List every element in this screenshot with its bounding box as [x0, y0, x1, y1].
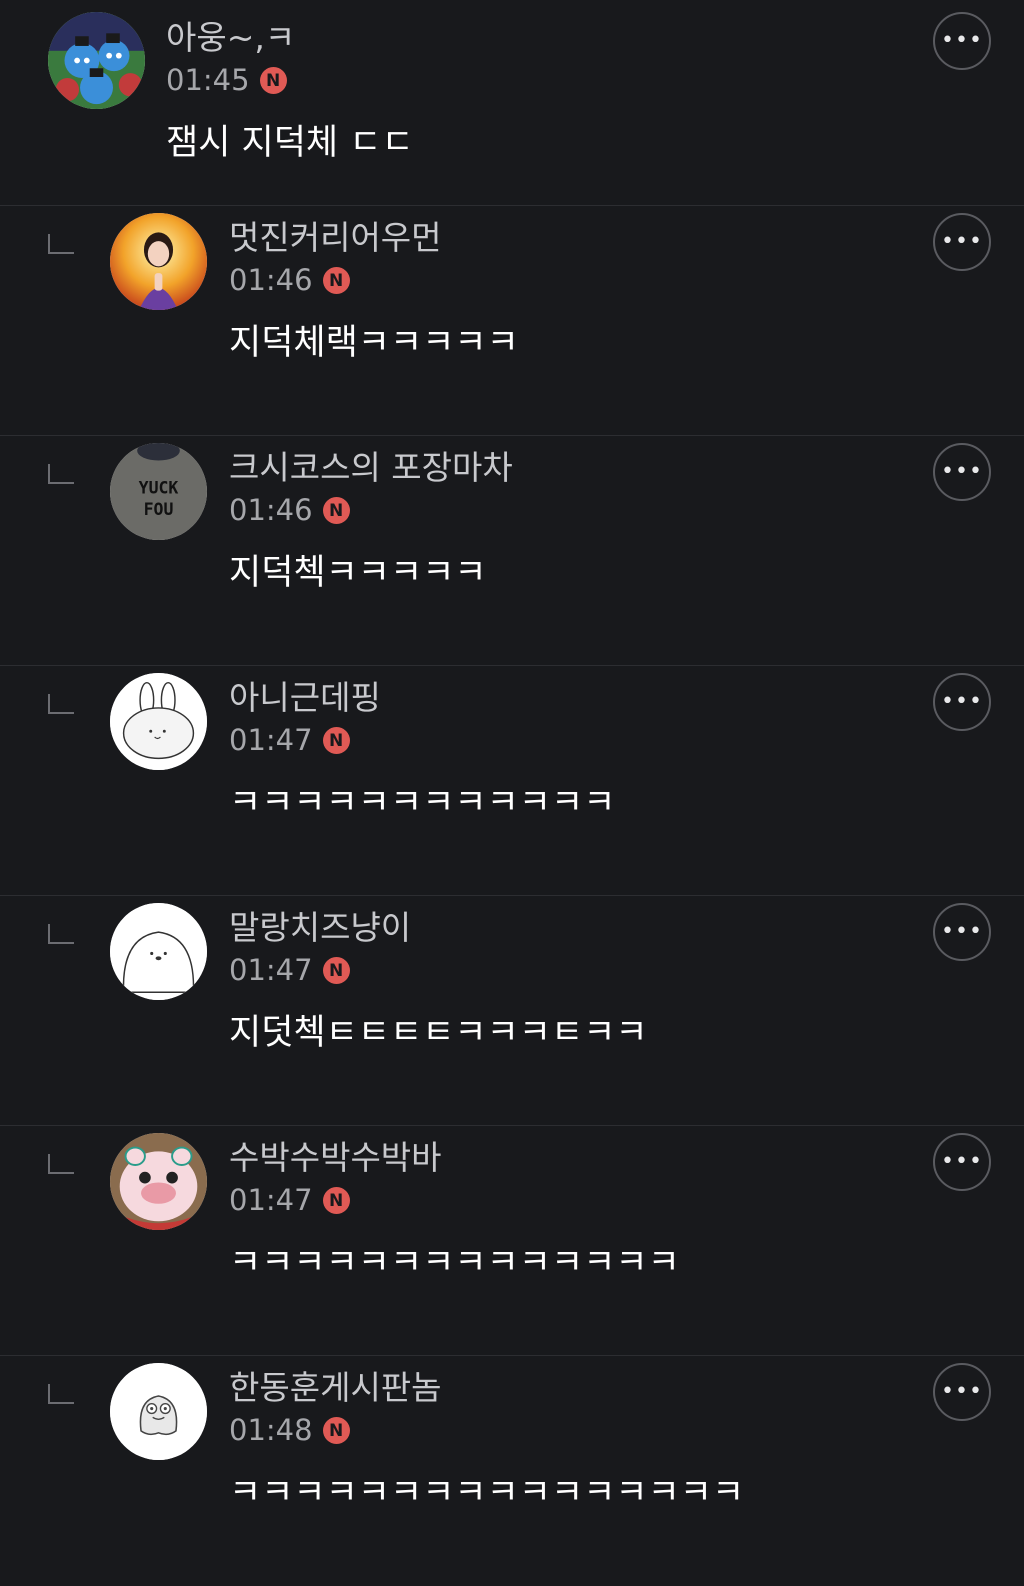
new-badge-icon: N	[322, 267, 350, 294]
comment-author[interactable]: 말랑치즈냥이	[229, 909, 411, 946]
comment-list: 아웅~,ㅋ 01:45 N 잼시 지덕체 ㄷㄷ ••• 멋진커리어우먼 01:4…	[0, 0, 1024, 1559]
new-badge-icon: N	[259, 67, 287, 94]
comment-meta: 01:47 N	[229, 956, 350, 985]
avatar[interactable]	[48, 12, 145, 109]
comment-meta: 01:47 N	[229, 726, 350, 755]
reply-item: 아니근데핑 01:47 N ㅋㅋㅋㅋㅋㅋㅋㅋㅋㅋㅋㅋ •••	[0, 666, 1024, 896]
avatar[interactable]	[110, 903, 207, 1000]
reply-indicator-icon	[48, 464, 74, 484]
avatar[interactable]	[110, 673, 207, 770]
comment-meta: 01:46 N	[229, 266, 350, 295]
more-horizontal-icon: •••	[941, 28, 983, 53]
comment-text: ㅋㅋㅋㅋㅋㅋㅋㅋㅋㅋㅋㅋ	[229, 783, 616, 823]
comment-time: 01:47	[229, 723, 313, 757]
comment-item: 아웅~,ㅋ 01:45 N 잼시 지덕체 ㄷㄷ •••	[0, 0, 1024, 206]
comment-meta: 01:45 N	[166, 66, 287, 95]
new-badge-icon: N	[322, 1417, 350, 1444]
more-horizontal-icon: •••	[941, 1379, 983, 1404]
comment-time: 01:46	[229, 493, 313, 527]
reply-item: YUCK FOU 크시코스의 포장마차 01:46 N 지덕첵ㅋㅋㅋㅋㅋ •••	[0, 436, 1024, 666]
more-options-button[interactable]: •••	[933, 1133, 991, 1191]
comment-text: 지덕첵ㅋㅋㅋㅋㅋ	[229, 553, 487, 593]
avatar[interactable]: YUCK FOU	[110, 443, 207, 540]
comment-author[interactable]: 크시코스의 포장마차	[229, 449, 513, 486]
comment-meta: 01:47 N	[229, 1186, 350, 1215]
reply-indicator-icon	[48, 924, 74, 944]
more-options-button[interactable]: •••	[933, 903, 991, 961]
avatar[interactable]	[110, 1133, 207, 1230]
reply-item: 한동훈게시판놈 01:48 N ㅋㅋㅋㅋㅋㅋㅋㅋㅋㅋㅋㅋㅋㅋㅋㅋ •••	[0, 1356, 1024, 1586]
comment-time: 01:46	[229, 263, 313, 297]
avatar[interactable]	[110, 1363, 207, 1460]
reply-item: 멋진커리어우먼 01:46 N 지덕체랙ㅋㅋㅋㅋㅋ •••	[0, 206, 1024, 436]
avatar-text: YUCK	[139, 478, 179, 497]
comment-text: ㅋㅋㅋㅋㅋㅋㅋㅋㅋㅋㅋㅋㅋㅋㅋㅋ	[229, 1473, 745, 1513]
new-badge-icon: N	[322, 1187, 350, 1214]
comment-author[interactable]: 아니근데핑	[229, 679, 381, 716]
comment-text: ㅋㅋㅋㅋㅋㅋㅋㅋㅋㅋㅋㅋㅋㅋ	[229, 1243, 680, 1283]
comment-author[interactable]: 아웅~,ㅋ	[166, 19, 295, 56]
more-options-button[interactable]: •••	[933, 673, 991, 731]
new-badge-icon: N	[322, 497, 350, 524]
more-options-button[interactable]: •••	[933, 443, 991, 501]
comment-author[interactable]: 한동훈게시판놈	[229, 1369, 442, 1406]
more-options-button[interactable]: •••	[933, 12, 991, 70]
more-options-button[interactable]: •••	[933, 213, 991, 271]
reply-indicator-icon	[48, 1384, 74, 1404]
comment-time: 01:47	[229, 953, 313, 987]
comment-text: 지덧첵ㅌㅌㅌㅌㅋㅋㅋㅌㅋㅋ	[229, 1013, 648, 1053]
comment-time: 01:48	[229, 1413, 313, 1447]
more-horizontal-icon: •••	[941, 229, 983, 254]
avatar-text: FOU	[144, 500, 174, 519]
more-horizontal-icon: •••	[941, 689, 983, 714]
more-horizontal-icon: •••	[941, 1149, 983, 1174]
more-horizontal-icon: •••	[941, 459, 983, 484]
reply-indicator-icon	[48, 694, 74, 714]
comment-author[interactable]: 멋진커리어우먼	[229, 219, 442, 256]
reply-item: 말랑치즈냥이 01:47 N 지덧첵ㅌㅌㅌㅌㅋㅋㅋㅌㅋㅋ •••	[0, 896, 1024, 1126]
more-options-button[interactable]: •••	[933, 1363, 991, 1421]
reply-indicator-icon	[48, 234, 74, 254]
reply-indicator-icon	[48, 1154, 74, 1174]
new-badge-icon: N	[322, 727, 350, 754]
more-horizontal-icon: •••	[941, 919, 983, 944]
comment-author[interactable]: 수박수박수박바	[229, 1139, 442, 1176]
comment-text: 잼시 지덕체 ㄷㄷ	[166, 123, 414, 163]
avatar[interactable]	[110, 213, 207, 310]
comment-time: 01:47	[229, 1183, 313, 1217]
comment-meta: 01:46 N	[229, 496, 350, 525]
new-badge-icon: N	[322, 957, 350, 984]
comment-meta: 01:48 N	[229, 1416, 350, 1445]
comment-text: 지덕체랙ㅋㅋㅋㅋㅋ	[229, 323, 519, 363]
reply-item: 수박수박수박바 01:47 N ㅋㅋㅋㅋㅋㅋㅋㅋㅋㅋㅋㅋㅋㅋ •••	[0, 1126, 1024, 1356]
comment-time: 01:45	[166, 63, 250, 97]
